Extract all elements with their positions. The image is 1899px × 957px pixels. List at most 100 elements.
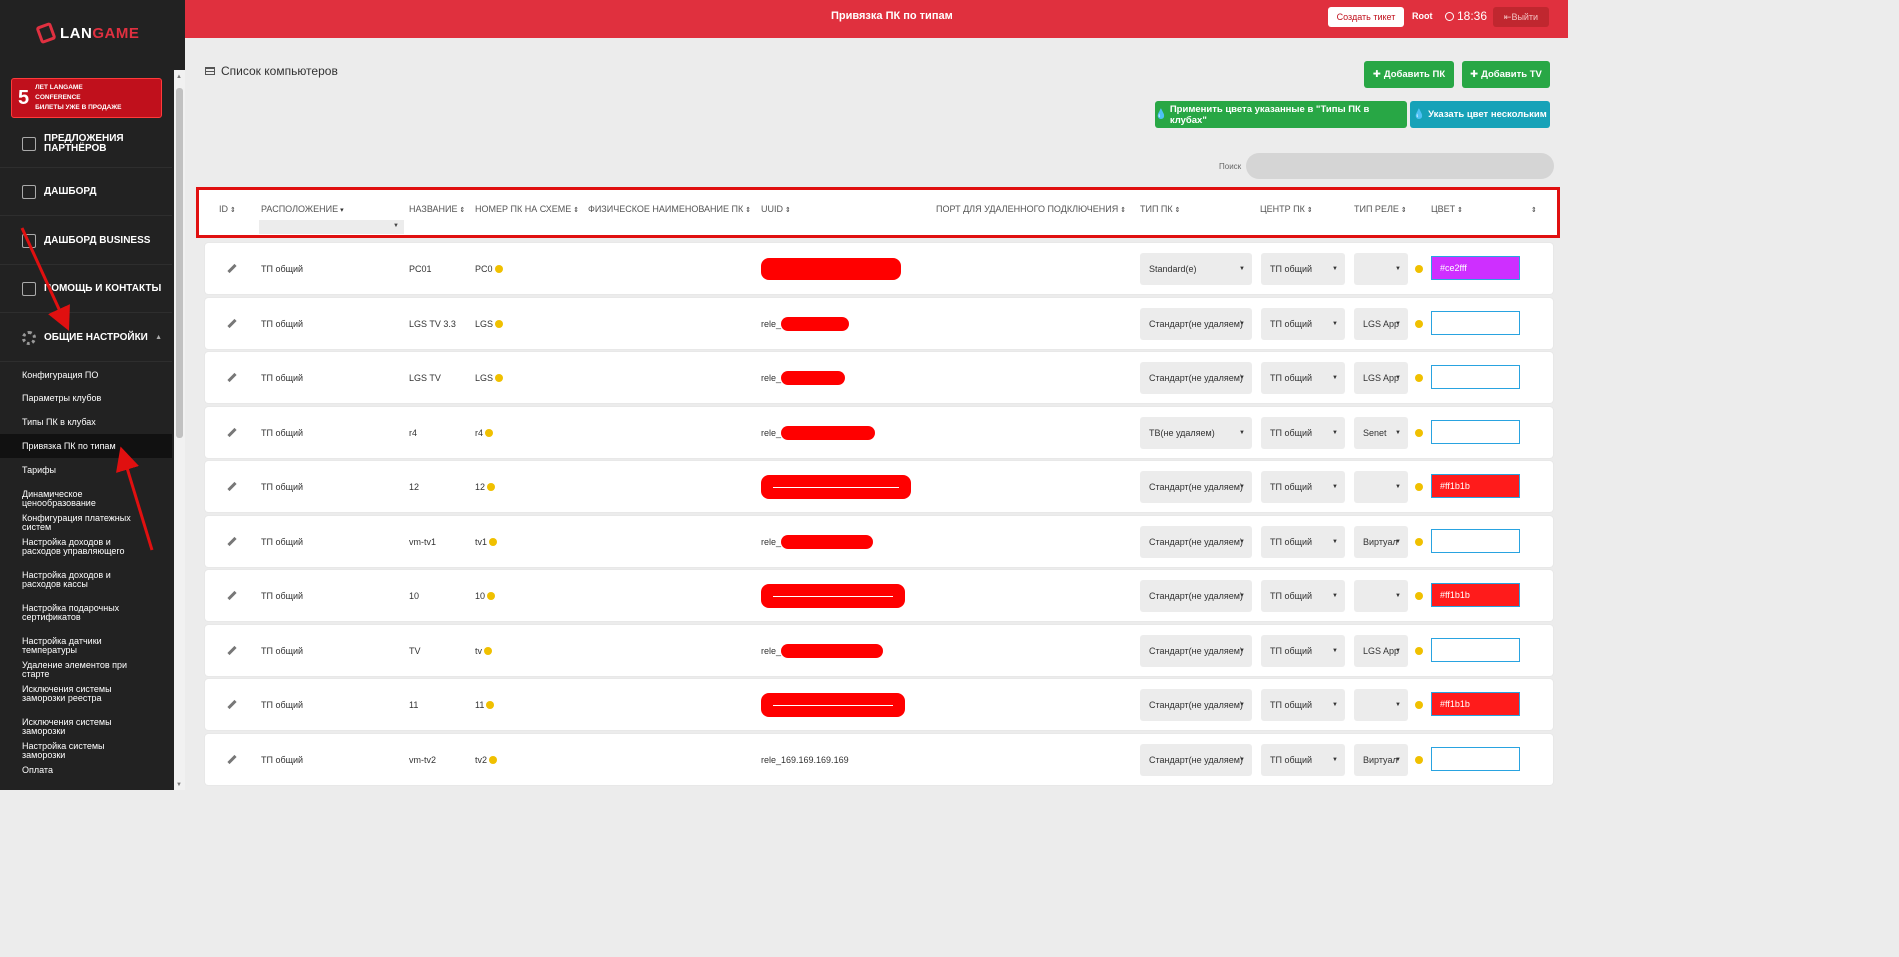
edit-button[interactable] [227, 243, 237, 294]
warning-icon[interactable] [1415, 374, 1423, 382]
submenu-item[interactable]: Настройка подарочных сертификатов [0, 596, 172, 629]
sidebar-item-dashboard[interactable]: ДАШБОРД [0, 168, 172, 216]
pc-center-select[interactable]: ТП общий ▼ [1261, 526, 1345, 558]
warning-icon[interactable] [489, 537, 498, 546]
scrollbar-thumb[interactable] [176, 88, 183, 438]
warning-icon[interactable] [1415, 538, 1423, 546]
submenu-item[interactable]: Параметры клубов [0, 386, 172, 410]
submenu-item[interactable]: Тарифы [0, 458, 172, 482]
color-input[interactable] [1431, 747, 1520, 771]
warning-icon[interactable] [489, 755, 498, 764]
rele-type-select[interactable]: ▼ [1354, 580, 1408, 612]
column-header-physical-name[interactable]: ФИЗИЧЕСКОЕ НАИМЕНОВАНИЕ ПК ⇕ [588, 204, 751, 214]
warning-icon[interactable] [1415, 701, 1423, 709]
langame-logo[interactable]: LANGAME [35, 21, 139, 45]
column-header-uuid[interactable]: UUID ⇕ [761, 204, 791, 214]
color-input[interactable]: #ff1b1b [1431, 692, 1520, 716]
submenu-item[interactable]: Оплата [0, 758, 172, 782]
pc-type-select[interactable]: Стандарт(не удаляем) ▼ [1140, 689, 1252, 721]
apply-colors-button[interactable]: 💧 Применить цвета указанные в "Типы ПК в … [1155, 101, 1407, 128]
sidebar-scrollbar[interactable]: ▲ ▼ [174, 70, 185, 790]
pc-center-select[interactable]: ТП общий ▼ [1261, 635, 1345, 667]
logout-button[interactable]: ⇤ Выйти [1493, 7, 1549, 27]
create-ticket-button[interactable]: Создать тикет [1328, 7, 1404, 27]
submenu-item[interactable]: Удаление элементов при старте [0, 653, 172, 679]
pc-type-select[interactable]: ТВ(не удаляем) ▼ [1140, 417, 1252, 449]
submenu-item[interactable]: Настройка системы заморозки [0, 734, 172, 760]
pc-type-select[interactable]: Стандарт(не удаляем) ▼ [1140, 580, 1252, 612]
edit-button[interactable] [227, 298, 237, 349]
rele-type-select[interactable]: LGS App ▼ [1354, 308, 1408, 340]
column-header-rele[interactable]: ТИП РЕЛЕ ⇕ [1354, 204, 1407, 214]
location-filter-select[interactable]: ▼ [259, 220, 404, 234]
column-header-color[interactable]: ЦВЕТ ⇕ [1431, 204, 1463, 214]
sidebar-item-dashboard-business[interactable]: ДАШБОРД BUSINESS [0, 217, 172, 265]
pc-center-select[interactable]: ТП общий ▼ [1261, 253, 1345, 285]
submenu-item[interactable]: Конфигурация платежных систем [0, 506, 172, 532]
color-input[interactable] [1431, 311, 1520, 335]
rele-type-select[interactable]: ▼ [1354, 253, 1408, 285]
submenu-item-active[interactable]: Привязка ПК по типам [0, 434, 172, 458]
pc-center-select[interactable]: ТП общий ▼ [1261, 471, 1345, 503]
warning-icon[interactable] [1415, 265, 1423, 273]
rele-type-select[interactable]: Виртуал ▼ [1354, 526, 1408, 558]
pc-center-select[interactable]: ТП общий ▼ [1261, 308, 1345, 340]
color-input[interactable] [1431, 365, 1520, 389]
edit-button[interactable] [227, 679, 237, 730]
rele-type-select[interactable]: ▼ [1354, 471, 1408, 503]
sidebar-item-general-settings[interactable]: ОБЩИЕ НАСТРОЙКИ ▲ [0, 314, 172, 362]
pc-type-select[interactable]: Стандарт(не удаляем) ▼ [1140, 471, 1252, 503]
warning-icon[interactable] [487, 591, 496, 600]
color-input[interactable] [1431, 529, 1520, 553]
pc-center-select[interactable]: ТП общий ▼ [1261, 417, 1345, 449]
column-header-location[interactable]: РАСПОЛОЖЕНИЕ ▾ [261, 204, 344, 214]
column-header-id[interactable]: ID ⇕ [219, 204, 236, 214]
pc-center-select[interactable]: ТП общий ▼ [1261, 744, 1345, 776]
submenu-item[interactable]: Исключения системы заморозки [0, 710, 172, 736]
submenu-item[interactable]: Типы ПК в клубах [0, 410, 172, 434]
conference-banner[interactable]: 5 ЛЕТ LANGAME CONFERENCE БИЛЕТЫ УЖЕ В ПР… [11, 78, 162, 118]
add-pc-button[interactable]: ✚ Добавить ПК [1364, 61, 1454, 88]
edit-button[interactable] [227, 407, 237, 458]
pc-type-select[interactable]: Стандарт(не удаляем) ▼ [1140, 744, 1252, 776]
pc-type-select[interactable]: Стандарт(не удаляем) ▼ [1140, 308, 1252, 340]
pc-type-select[interactable]: Стандарт(не удаляем) ▼ [1140, 362, 1252, 394]
pc-center-select[interactable]: ТП общий ▼ [1261, 362, 1345, 394]
warning-icon[interactable] [1415, 647, 1423, 655]
sidebar-item-help[interactable]: ПОМОЩЬ И КОНТАКТЫ [0, 265, 172, 313]
column-header-extra[interactable]: ⇕ [1529, 204, 1537, 214]
pc-type-select[interactable]: Стандарт(не удаляем) ▼ [1140, 635, 1252, 667]
user-name[interactable]: Root [1412, 11, 1433, 21]
warning-icon[interactable] [486, 700, 495, 709]
warning-icon[interactable] [1415, 483, 1423, 491]
warning-icon[interactable] [487, 482, 496, 491]
edit-button[interactable] [227, 570, 237, 621]
color-input[interactable] [1431, 638, 1520, 662]
warning-icon[interactable] [1415, 429, 1423, 437]
rele-type-select[interactable]: ▼ [1354, 689, 1408, 721]
warning-icon[interactable] [1415, 756, 1423, 764]
edit-button[interactable] [227, 625, 237, 676]
edit-button[interactable] [227, 461, 237, 512]
color-input[interactable] [1431, 420, 1520, 444]
column-header-center[interactable]: ЦЕНТР ПК ⇕ [1260, 204, 1313, 214]
set-color-multiple-button[interactable]: 💧 Указать цвет нескольким [1410, 101, 1550, 128]
warning-icon[interactable] [485, 428, 494, 437]
warning-icon[interactable] [495, 373, 504, 382]
submenu-item[interactable]: Исключения системы заморозки реестра [0, 677, 172, 710]
submenu-item[interactable]: Динамическое ценообразование [0, 482, 172, 508]
edit-button[interactable] [227, 352, 237, 403]
sidebar-item-partners[interactable]: ПРЕДЛОЖЕНИЯ ПАРТНЁРОВ [0, 120, 172, 168]
warning-icon[interactable] [494, 264, 503, 273]
submenu-item[interactable]: Настройка датчики температуры [0, 629, 172, 655]
warning-icon[interactable] [1415, 592, 1423, 600]
column-header-port[interactable]: ПОРТ ДЛЯ УДАЛЕННОГО ПОДКЛЮЧЕНИЯ ⇕ [936, 204, 1126, 214]
pc-type-select[interactable]: Стандарт(не удаляем) ▼ [1140, 526, 1252, 558]
pc-center-select[interactable]: ТП общий ▼ [1261, 580, 1345, 612]
color-input[interactable]: #ce2fff [1431, 256, 1520, 280]
color-input[interactable]: #ff1b1b [1431, 583, 1520, 607]
warning-icon[interactable] [484, 646, 493, 655]
submenu-item[interactable]: Настройка доходов и расходов управляющег… [0, 530, 172, 563]
rele-type-select[interactable]: LGS App ▼ [1354, 362, 1408, 394]
search-input[interactable] [1246, 153, 1554, 179]
